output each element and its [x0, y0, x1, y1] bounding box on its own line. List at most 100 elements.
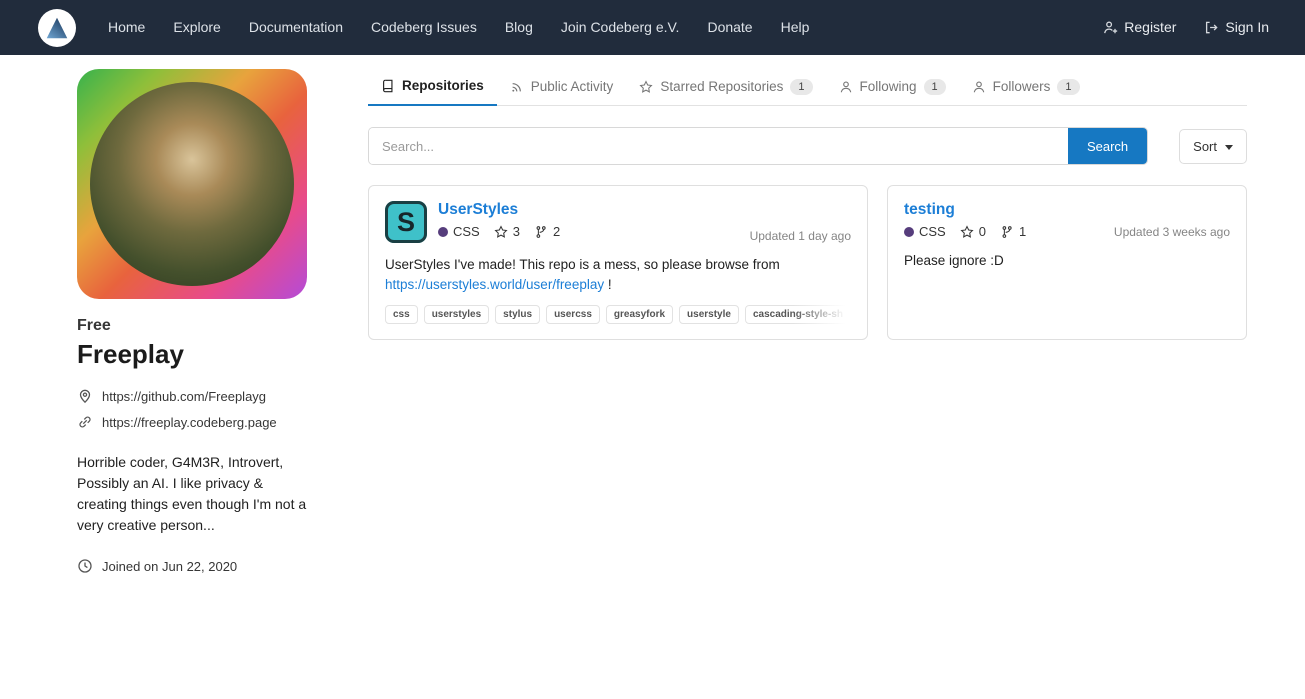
topic-tag[interactable]: greasyfork [606, 305, 673, 324]
tab-label: Starred Repositories [660, 79, 783, 94]
star-icon [494, 225, 508, 239]
language-dot [438, 227, 448, 237]
profile-sidebar: Free Freeplay https://github.com/Freepla… [77, 69, 307, 574]
star-icon [639, 80, 653, 94]
nav-item-documentation[interactable]: Documentation [235, 0, 357, 55]
profile-main: Repositories Public Activity Starred Rep… [368, 69, 1247, 340]
profile-website-link-1[interactable]: https://github.com/Freeplayg [77, 388, 307, 404]
repo-forks[interactable]: 2 [534, 224, 560, 239]
description-text: UserStyles I've made! This repo is a mes… [385, 257, 780, 272]
language-label: CSS [919, 224, 946, 239]
search-group: Search [368, 127, 1148, 165]
repo-description: UserStyles I've made! This repo is a mes… [385, 255, 851, 294]
profile-joined: Joined on Jun 22, 2020 [77, 558, 307, 574]
topic-tag[interactable]: userstyles [424, 305, 489, 324]
repo-topics: css userstyles stylus usercss greasyfork… [385, 305, 851, 324]
codeberg-logo[interactable] [38, 9, 76, 47]
nav-item-explore[interactable]: Explore [159, 0, 234, 55]
person-icon [972, 80, 986, 94]
tab-label: Followers [993, 79, 1051, 94]
fork-icon [1000, 225, 1014, 239]
topic-tag[interactable]: css [385, 305, 418, 324]
repo-language: CSS [904, 224, 946, 239]
tab-label: Following [860, 79, 917, 94]
chevron-down-icon [1225, 145, 1233, 150]
tab-following[interactable]: Following 1 [826, 69, 959, 106]
repo-title-link[interactable]: testing [904, 201, 1026, 219]
repo-language: CSS [438, 224, 480, 239]
nav-item-codeberg-issues[interactable]: Codeberg Issues [357, 0, 491, 55]
tab-label: Public Activity [531, 79, 614, 94]
description-text: Please ignore :D [904, 253, 1004, 268]
description-link[interactable]: https://userstyles.world/user/freeplay [385, 277, 604, 292]
sort-dropdown[interactable]: Sort [1179, 129, 1247, 164]
repo-meta-row: CSS 0 [904, 224, 1026, 239]
star-count: 0 [979, 224, 986, 239]
repo-title-link[interactable]: UserStyles [438, 201, 560, 219]
topic-tag[interactable]: usercss [546, 305, 600, 324]
repo-search-row: Search Sort [368, 127, 1247, 165]
topic-tag[interactable]: cascading-style-sh [745, 305, 851, 324]
fork-count: 2 [553, 224, 560, 239]
location-icon [77, 388, 93, 404]
profile-avatar[interactable] [77, 69, 307, 299]
nav-item-blog[interactable]: Blog [491, 0, 547, 55]
repository-list: S UserStyles CSS [368, 185, 1247, 340]
tab-count-badge: 1 [790, 79, 812, 95]
sort-label: Sort [1193, 139, 1217, 154]
star-icon [960, 225, 974, 239]
sign-in-button[interactable]: Sign In [1192, 0, 1281, 55]
nav-item-help[interactable]: Help [767, 0, 824, 55]
top-navbar: Home Explore Documentation Codeberg Issu… [0, 0, 1305, 55]
tab-count-badge: 1 [1057, 79, 1079, 95]
topic-tag[interactable]: userstyle [679, 305, 739, 324]
profile-page: Free Freeplay https://github.com/Freepla… [0, 55, 1305, 574]
register-button[interactable]: Register [1091, 0, 1188, 55]
repo-card-header: testing CSS 0 [904, 201, 1230, 239]
profile-website-link-2[interactable]: https://freeplay.codeberg.page [77, 414, 307, 430]
nav-item-join-codeberg[interactable]: Join Codeberg e.V. [547, 0, 694, 55]
tab-followers[interactable]: Followers 1 [959, 69, 1093, 106]
tab-count-badge: 1 [924, 79, 946, 95]
repo-stars[interactable]: 3 [494, 224, 520, 239]
repo-updated: Updated 3 weeks ago [1114, 225, 1230, 239]
nav-item-donate[interactable]: Donate [693, 0, 766, 55]
repo-card-testing: testing CSS 0 [887, 185, 1247, 340]
clock-icon [77, 558, 93, 574]
fork-icon [534, 225, 548, 239]
tab-label: Repositories [402, 78, 484, 93]
person-icon [839, 80, 853, 94]
repo-card-header: S UserStyles CSS [385, 201, 851, 243]
profile-username: Freeplay [77, 339, 307, 370]
profile-display-name: Free [77, 317, 307, 335]
nav-item-home[interactable]: Home [94, 0, 159, 55]
fork-count: 1 [1019, 224, 1026, 239]
profile-link-text: https://freeplay.codeberg.page [102, 415, 277, 430]
search-button[interactable]: Search [1068, 128, 1147, 164]
description-text: ! [604, 277, 612, 292]
link-icon [77, 414, 93, 430]
repo-stars[interactable]: 0 [960, 224, 986, 239]
language-label: CSS [453, 224, 480, 239]
tab-starred-repositories[interactable]: Starred Repositories 1 [626, 69, 825, 106]
rss-icon [510, 80, 524, 94]
language-dot [904, 227, 914, 237]
profile-joined-text: Joined on Jun 22, 2020 [102, 559, 237, 574]
search-input[interactable] [369, 128, 1068, 164]
profile-bio: Horrible coder, G4M3R, Introvert, Possib… [77, 452, 307, 536]
topic-tag[interactable]: stylus [495, 305, 540, 324]
profile-tabs: Repositories Public Activity Starred Rep… [368, 69, 1247, 106]
repo-forks[interactable]: 1 [1000, 224, 1026, 239]
tab-repositories[interactable]: Repositories [368, 69, 497, 106]
sign-in-label: Sign In [1225, 0, 1269, 55]
repo-card-userstyles: S UserStyles CSS [368, 185, 868, 340]
repo-meta-row: CSS 3 [438, 224, 560, 239]
star-count: 3 [513, 224, 520, 239]
repo-description: Please ignore :D [904, 251, 1230, 271]
mountain-icon [44, 15, 70, 41]
tab-public-activity[interactable]: Public Activity [497, 69, 627, 106]
person-plus-icon [1103, 20, 1118, 35]
repo-avatar: S [385, 201, 427, 243]
profile-link-text: https://github.com/Freeplayg [102, 389, 266, 404]
sign-in-icon [1204, 20, 1219, 35]
